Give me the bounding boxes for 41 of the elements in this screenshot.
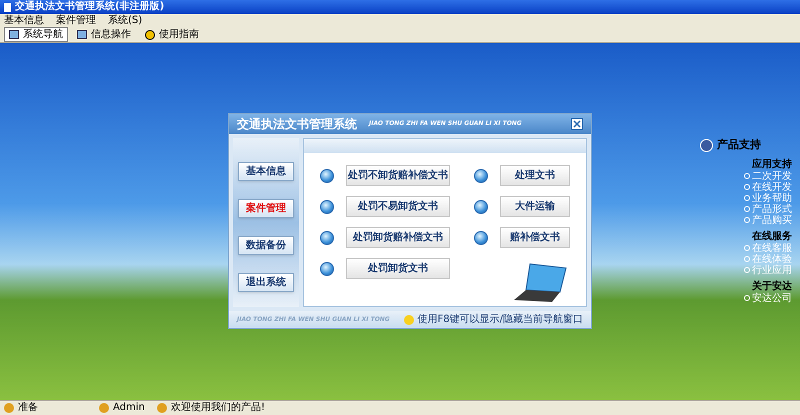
menu-item[interactable]: 基本信息 [4,16,44,26]
nav-button[interactable]: 基本信息 [238,162,294,182]
bullet-orb-icon [320,230,334,245]
toolbar-tab[interactable]: 信息操作 [72,27,136,42]
menu-item[interactable]: 案件管理 [56,16,96,26]
close-button[interactable] [571,118,583,130]
document-button[interactable]: 处罚卸货赔补偿文书 [346,227,450,248]
nav-button[interactable]: 数据备份 [238,236,294,256]
hint-text: 使用F8键可以显示/隐藏当前导航窗口 [418,314,583,325]
dialog-title: 交通执法文书管理系统 [237,118,357,130]
section-heading: 应用支持 [752,158,792,170]
document-button[interactable]: 处罚卸货文书 [346,258,450,280]
close-icon [573,120,581,128]
bullet-orb-icon [320,200,334,214]
window-title: 交通执法文书管理系统(非注册版) [15,2,164,12]
status-icon [4,403,14,413]
section-heading: 在线服务 [752,230,792,242]
status-text: Admin [113,403,145,413]
document-button[interactable]: 大件运输 [500,196,570,218]
bullet-orb-icon [320,262,334,276]
status-icon [99,403,109,413]
window-icon [77,30,87,39]
section-heading: 关于安达 [752,280,792,292]
status-text: 欢迎使用我们的产品! [171,403,266,413]
nav-button[interactable]: 案件管理 [238,199,294,218]
bullet-orb-icon [474,230,488,245]
support-title: 产品支持 [717,137,761,153]
toolbar-tab[interactable]: 使用指南 [140,27,204,42]
window-icon [9,30,19,39]
status-text: 准备 [18,403,38,413]
document-button[interactable]: 处理文书 [500,165,570,186]
document-button[interactable]: 处罚不易卸货文书 [346,196,450,218]
nav-button[interactable]: 退出系统 [238,273,294,292]
toolbar-tab[interactable]: 系统导航 [4,27,68,42]
bullet-orb-icon [320,168,334,183]
menu-item[interactable]: 系统(S) [108,16,142,26]
bullet-orb-icon [474,168,488,183]
document-button[interactable]: 赔补偿文书 [500,227,570,248]
bullet-orb-icon [474,200,488,214]
status-icon [157,403,167,413]
document-button[interactable]: 处罚不卸货赔补偿文书 [346,165,450,186]
